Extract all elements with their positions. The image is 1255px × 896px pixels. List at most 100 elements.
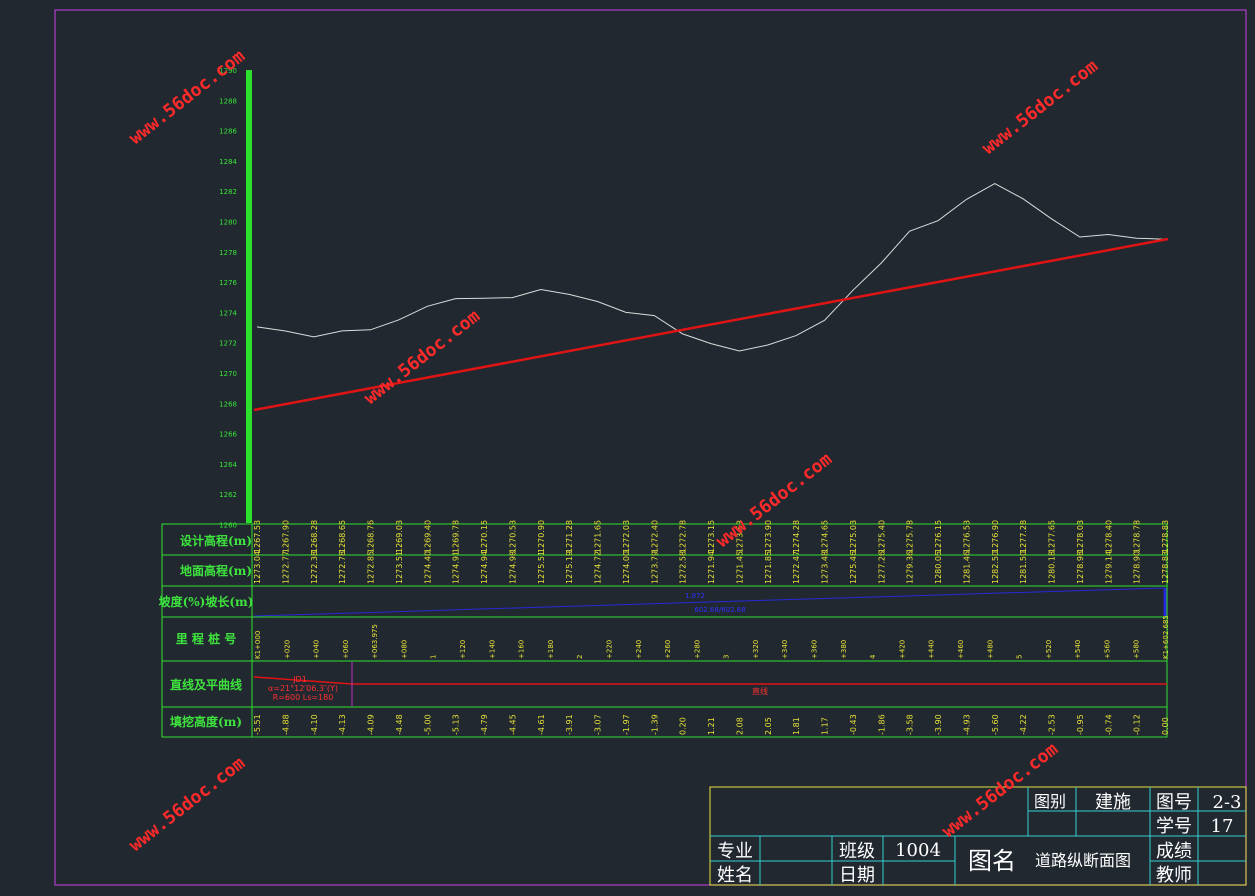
station-values: K1+000 +020 +040 +060 +063.975 +080 1 +120 +140 +… xyxy=(254,615,1170,659)
fill-cut-value: -4.09 xyxy=(367,714,376,735)
station-value: +520 xyxy=(1045,640,1053,659)
design-elevation-value: 1269.40 xyxy=(423,520,432,553)
design-elevation-value: 1271.65 xyxy=(594,520,603,553)
design-elevation-value: 1275.40 xyxy=(877,520,886,553)
ground-elevation-value: 1274.91 xyxy=(452,551,461,584)
ground-elevation-value: 1274.98 xyxy=(508,551,517,584)
design-elevation-value: 1272.03 xyxy=(622,520,631,553)
elevation-tick-label: 1286 xyxy=(219,128,237,136)
station-value: +320 xyxy=(752,640,760,659)
station-value: 4 xyxy=(869,654,877,659)
station-value: +020 xyxy=(283,640,291,659)
design-elevation-value: 1267.53 xyxy=(253,520,262,553)
design-elevation-value: 1271.28 xyxy=(565,520,574,553)
ground-elevation-value: 1281.50 xyxy=(1019,551,1028,584)
design-elevation-value: 1267.90 xyxy=(281,520,290,553)
ground-elevation-value: 1272.58 xyxy=(679,551,688,584)
ground-profile-line xyxy=(256,183,1166,352)
fill-cut-value: -2.53 xyxy=(1048,714,1057,735)
ground-elevation-value: 1272.38 xyxy=(310,551,319,584)
slope-length: 602.68/602.68 xyxy=(694,606,745,614)
title-value: 道路纵断面图 xyxy=(1035,851,1131,870)
ground-elevation-value: 1280.05 xyxy=(934,551,943,584)
watermark-4: www.56doc.com xyxy=(712,449,836,552)
ground-elevation-value: 1272.85 xyxy=(367,551,376,584)
elevation-tick-label: 1284 xyxy=(219,158,237,166)
fill-cut-value: -5.51 xyxy=(253,714,262,735)
design-elevation-value: 1278.40 xyxy=(1104,520,1113,553)
elevation-axis-labels: 1290128812861284128212801278127612741272… xyxy=(219,67,237,530)
class-value: 1004 xyxy=(895,840,941,861)
ground-elevation-value: 1275.51 xyxy=(537,551,546,584)
elevation-tick-label: 1276 xyxy=(219,279,237,287)
elevation-tick-label: 1268 xyxy=(219,400,237,408)
elevation-axis-bar xyxy=(246,70,252,523)
fill-cut-value: -0.12 xyxy=(1133,714,1142,735)
fill-cut-value: -5.13 xyxy=(452,714,461,735)
teacher-label: 教师 xyxy=(1156,865,1192,886)
station-value: +280 xyxy=(693,640,701,659)
design-elevation-values: 1267.53 1267.90 1268.28 1268.65 1268.76 1269.… xyxy=(253,520,1170,553)
station-value: 2 xyxy=(576,655,584,659)
fill-cut-value: 2.08 xyxy=(735,717,744,735)
station-value: +063.975 xyxy=(371,624,379,659)
design-elevation-value: 1277.28 xyxy=(1019,520,1028,553)
design-elevation-value: 1270.90 xyxy=(537,520,546,553)
fill-cut-value: 1.81 xyxy=(792,717,801,735)
elevation-tick-label: 1272 xyxy=(219,340,237,348)
ground-elevation-value: 1271.85 xyxy=(764,551,773,584)
elevation-tick-label: 1278 xyxy=(219,249,237,257)
ground-elevation-value: 1273.51 xyxy=(395,551,404,584)
date-label: 日期 xyxy=(839,865,875,886)
fill-cut-value: -1.97 xyxy=(622,714,631,735)
fill-cut-value: -4.88 xyxy=(281,714,290,735)
station-value: +380 xyxy=(840,640,848,659)
ground-elevation-value: 1272.47 xyxy=(792,551,801,584)
curve-detail-2: R=600 Ls=180 xyxy=(273,693,334,702)
row-label-slope: 坡度(%)坡长(m) xyxy=(159,594,254,609)
fill-cut-value: -3.90 xyxy=(934,714,943,735)
design-elevation-value: 1278.78 xyxy=(1133,520,1142,553)
elevation-tick-label: 1288 xyxy=(219,97,237,105)
design-elevation-value: 1268.28 xyxy=(310,520,319,553)
ground-elevation-value: 1278.98 xyxy=(1076,551,1085,584)
design-elevation-value: 1274.28 xyxy=(792,520,801,553)
fill-cut-value: -4.79 xyxy=(480,714,489,735)
row-label-design-elevation: 设计高程(m) xyxy=(180,533,252,548)
row-label-station: 里 程 桩 号 xyxy=(176,631,237,646)
ground-elevation-value: 1281.46 xyxy=(962,551,971,584)
elevation-tick-label: 1260 xyxy=(219,522,237,530)
design-elevation-value: 1276.15 xyxy=(934,520,943,553)
station-value: K1+000 xyxy=(254,631,262,659)
design-elevation-value: 1275.78 xyxy=(906,520,915,553)
station-value: +160 xyxy=(518,640,526,659)
elevation-tick-label: 1262 xyxy=(219,491,237,499)
fill-cut-value: -3.91 xyxy=(565,714,574,735)
fill-cut-value: -0.74 xyxy=(1104,714,1113,735)
fill-cut-value: -1.39 xyxy=(650,714,659,735)
elevation-tick-label: 1266 xyxy=(219,431,237,439)
curve-detail-1: α=21°12′06.3″(Y) xyxy=(268,684,338,693)
station-value: +460 xyxy=(957,640,965,659)
station-value: +220 xyxy=(606,640,614,659)
ground-elevation-value: 1273.79 xyxy=(650,551,659,584)
ground-elevation-value: 1280.18 xyxy=(1048,551,1057,584)
watermark-5: www.56doc.com xyxy=(125,753,249,856)
station-value: +180 xyxy=(547,640,555,659)
fill-cut-value: 0.20 xyxy=(679,717,688,735)
fill-cut-value: -1.86 xyxy=(877,714,886,735)
ground-elevation-value: 1271.94 xyxy=(707,551,716,584)
elevation-tick-label: 1274 xyxy=(219,309,237,317)
station-value: +560 xyxy=(1103,640,1111,659)
design-elevation-value: 1272.40 xyxy=(650,520,659,553)
fill-cut-value: -4.10 xyxy=(310,714,319,735)
ground-elevation-value: 1275.19 xyxy=(565,551,574,584)
elevation-tick-label: 1280 xyxy=(219,219,237,227)
elevation-tick-label: 1270 xyxy=(219,370,237,378)
alignment-line xyxy=(253,676,1167,685)
ground-elevation-value: 1273.04 xyxy=(253,551,262,584)
design-elevation-value: 1278.03 xyxy=(1076,520,1085,553)
name-label: 姓名 xyxy=(717,865,753,886)
fig-type-value: 建施 xyxy=(1095,792,1131,813)
station-value: 1 xyxy=(430,655,438,659)
